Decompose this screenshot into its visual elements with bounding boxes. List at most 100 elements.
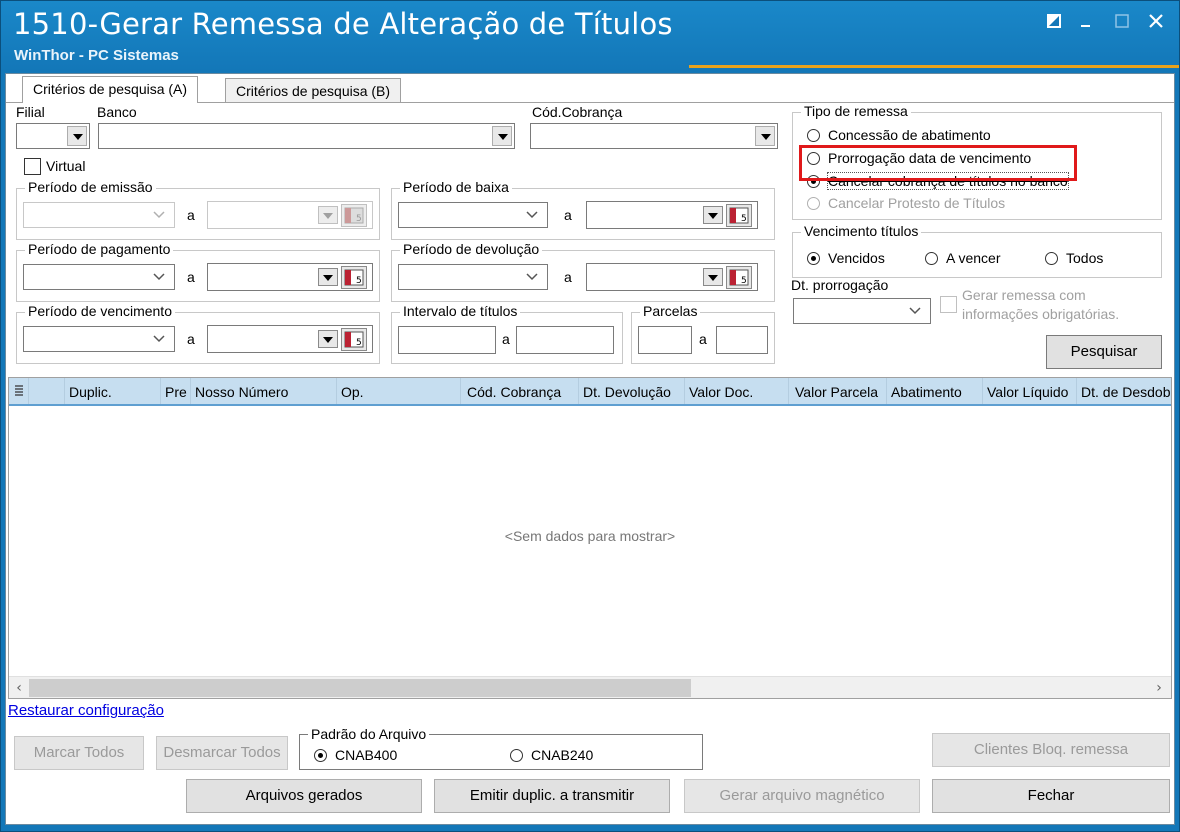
radio-label: Vencidos [828,250,885,266]
chevron-down-icon[interactable] [908,304,922,318]
grid-col-op[interactable]: Op. [337,378,461,404]
dropdown-arrow-icon[interactable] [703,268,723,286]
scrollbar-thumb[interactable] [29,679,691,697]
filial-select[interactable] [16,123,90,149]
parcelas-group: Parcelas a [631,303,775,364]
emitir-duplic-button[interactable]: Emitir duplic. a transmitir [434,779,670,813]
radio-todos[interactable]: Todos [1045,250,1103,266]
titles-grid[interactable]: Duplic. Pre Nosso Número Op. Cód. Cobran… [8,377,1172,699]
dt-prorrogacao-select[interactable] [793,298,931,324]
virtual-label: Virtual [46,158,86,174]
radio-cnab240[interactable]: CNAB240 [510,747,593,763]
dropdown-arrow-icon[interactable] [703,206,723,224]
highlight-box [799,145,1077,181]
cod-cobranca-select[interactable] [530,123,778,149]
maximize-icon[interactable] [1109,9,1135,35]
periodo-devolucao-group: Período de devolução a 5 [391,241,775,302]
periodo-emissao-start[interactable] [23,202,175,228]
dropdown-arrow-icon[interactable] [318,330,338,348]
fechar-button[interactable]: Fechar [932,779,1170,813]
periodo-vencimento-end[interactable]: 5 [207,325,373,353]
grid-col-cod-cobranca[interactable]: Cód. Cobrança [461,378,579,404]
intervalo-inicio-input[interactable] [398,326,496,354]
calendar-icon[interactable]: 5 [726,266,752,289]
radio-a-vencer[interactable]: A vencer [925,250,1000,266]
a-label: a [187,207,195,223]
periodo-emissao-title: Período de emissão [25,179,156,195]
grid-col-pre[interactable]: Pre [161,378,191,404]
radio-vencidos[interactable]: Vencidos [807,250,885,266]
chevron-down-icon[interactable] [152,208,166,222]
radio-icon[interactable] [807,251,820,265]
chevron-down-icon[interactable] [525,208,539,222]
title-bar[interactable]: 1510-Gerar Remessa de Alteração de Títul… [1,1,1179,71]
radio-icon[interactable] [1045,251,1058,265]
radio-icon[interactable] [314,748,327,762]
close-icon[interactable] [1143,9,1169,35]
chevron-down-icon[interactable] [492,126,512,146]
column-chooser-icon[interactable] [9,378,29,404]
radio-icon [807,196,820,210]
radio-icon[interactable] [925,251,938,265]
pesquisar-button[interactable]: Pesquisar [1046,335,1162,369]
intervalo-titulos-title: Intervalo de títulos [400,303,521,319]
svg-text:5: 5 [356,276,362,286]
restore-layout-icon[interactable] [1041,9,1067,35]
periodo-devolucao-start[interactable] [398,264,548,290]
radio-icon[interactable] [510,748,523,762]
radio-concessao-abatimento[interactable]: Concessão de abatimento [807,127,991,143]
dropdown-arrow-icon[interactable] [318,268,338,286]
calendar-icon[interactable]: 5 [341,328,367,351]
radio-cancelar-protesto: Cancelar Protesto de Títulos [807,195,1005,211]
radio-label: CNAB400 [335,747,398,763]
tab-criterios-b[interactable]: Critérios de pesquisa (B) [225,78,402,102]
minimize-icon[interactable] [1073,9,1099,35]
banco-label: Banco [97,104,137,120]
parcela-fim-input[interactable] [716,326,768,354]
grid-col-dt-desdobramento[interactable]: Dt. de Desdobramento [1077,378,1171,404]
scroll-left-icon[interactable]: ‹ [11,679,27,697]
grid-col-nosso-numero[interactable]: Nosso Número [191,378,337,404]
banco-select[interactable] [98,123,515,149]
periodo-baixa-start[interactable] [398,202,548,228]
periodo-devolucao-title: Período de devolução [400,241,543,257]
scroll-right-icon[interactable]: › [1151,679,1167,697]
calendar-icon[interactable]: 5 [341,266,367,289]
grid-col-duplic[interactable]: Duplic. [65,378,161,404]
tab-criterios-a[interactable]: Critérios de pesquisa (A) [22,76,199,103]
chevron-down-icon[interactable] [67,126,87,146]
arquivos-gerados-button[interactable]: Arquivos gerados [186,779,422,813]
grid-col-valor-liquido[interactable]: Valor Líquido [983,378,1077,404]
calendar-icon[interactable]: 5 [341,204,367,227]
periodo-pagamento-start[interactable] [23,264,175,290]
chevron-down-icon[interactable] [152,270,166,284]
chevron-down-icon[interactable] [755,126,775,146]
restaurar-configuracao-link[interactable]: Restaurar configuração [8,702,164,719]
radio-cnab400[interactable]: CNAB400 [314,747,397,763]
dropdown-arrow-icon[interactable] [318,206,338,224]
calendar-icon[interactable]: 5 [726,204,752,227]
chevron-down-icon[interactable] [525,270,539,284]
parcela-inicio-input[interactable] [638,326,692,354]
periodo-devolucao-end[interactable]: 5 [586,263,758,291]
grid-col-abatimento[interactable]: Abatimento [887,378,983,404]
gerar-arquivo-magnetico-button: Gerar arquivo magnético [684,779,920,813]
chevron-down-icon[interactable] [152,332,166,346]
periodo-vencimento-start[interactable] [23,326,175,352]
vencimento-titulos-title: Vencimento títulos [801,223,922,239]
periodo-baixa-end[interactable]: 5 [586,201,758,229]
periodo-emissao-end[interactable]: 5 [207,201,373,229]
gerar-remessa-label-1: Gerar remessa com [962,287,1086,303]
periodo-pagamento-end[interactable]: 5 [207,263,373,291]
grid-col-check[interactable] [29,378,65,404]
grid-col-dt-devolucao[interactable]: Dt. Devolução [579,378,685,404]
radio-icon[interactable] [807,128,820,142]
intervalo-fim-input[interactable] [516,326,614,354]
virtual-checkbox[interactable] [24,158,41,175]
grid-col-valor-doc[interactable]: Valor Doc. [685,378,789,404]
svg-text:5: 5 [356,338,362,348]
horizontal-scrollbar[interactable]: ‹ › [9,676,1171,698]
grid-col-valor-parcela[interactable]: Valor Parcela [789,378,887,404]
intervalo-titulos-group: Intervalo de títulos a [391,303,623,364]
a-label: a [502,331,510,347]
